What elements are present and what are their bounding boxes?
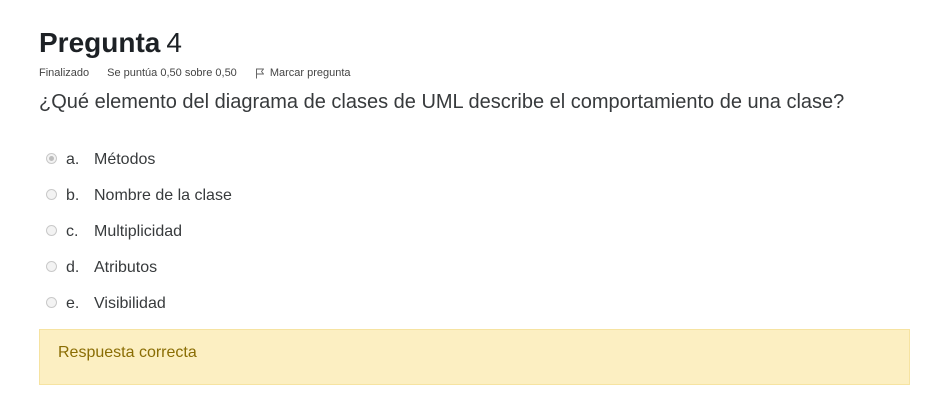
answer-option-c[interactable]: c. Multiplicidad <box>46 222 232 258</box>
feedback-text: Respuesta correcta <box>58 344 197 361</box>
answer-letter: b. <box>66 187 80 204</box>
answer-text: Nombre de la clase <box>94 187 232 204</box>
flag-question-label: Marcar pregunta <box>269 67 351 79</box>
radio-icon[interactable] <box>46 261 57 272</box>
answer-letter: d. <box>66 259 80 276</box>
answer-option-b[interactable]: b. Nombre de la clase <box>46 186 232 222</box>
question-header: Pregunta 4 Finalizado Se puntúa 0,50 sobr… <box>39 25 351 79</box>
question-title: Pregunta 4 <box>39 25 351 61</box>
radio-icon[interactable] <box>46 225 57 236</box>
answer-letter: e. <box>66 295 80 312</box>
answer-letter: c. <box>66 223 79 240</box>
answer-option-e[interactable]: e. Visibilidad <box>46 294 232 330</box>
answer-text: Atributos <box>94 259 158 276</box>
quiz-question-page: Pregunta 4 Finalizado Se puntúa 0,50 sobr… <box>0 0 933 412</box>
question-grade: Se puntúa 0,50 sobre 0,50 <box>107 67 237 79</box>
answer-letter: a. <box>66 151 80 168</box>
feedback-box: Respuesta correcta <box>39 329 910 385</box>
answer-text: Métodos <box>94 151 156 168</box>
flag-icon <box>255 68 264 78</box>
answer-option-a[interactable]: a. Métodos <box>46 150 232 186</box>
question-text: ¿Qué elemento del diagrama de clases de … <box>39 91 845 113</box>
radio-selected-icon[interactable] <box>46 153 57 164</box>
answer-list: a. Métodos b. Nombre de la clase c. Mult… <box>46 150 232 330</box>
question-info: Finalizado Se puntúa 0,50 sobre 0,50 Mar… <box>39 67 351 79</box>
answer-text: Visibilidad <box>94 295 166 312</box>
answer-text: Multiplicidad <box>94 223 183 240</box>
flag-question-link[interactable]: Marcar pregunta <box>255 67 351 79</box>
question-state: Finalizado <box>39 67 90 79</box>
radio-icon[interactable] <box>46 297 57 308</box>
answer-option-d[interactable]: d. Atributos <box>46 258 232 294</box>
radio-icon[interactable] <box>46 189 57 200</box>
question-title-word: Pregunta <box>39 27 161 58</box>
question-number: 4 <box>166 27 182 58</box>
